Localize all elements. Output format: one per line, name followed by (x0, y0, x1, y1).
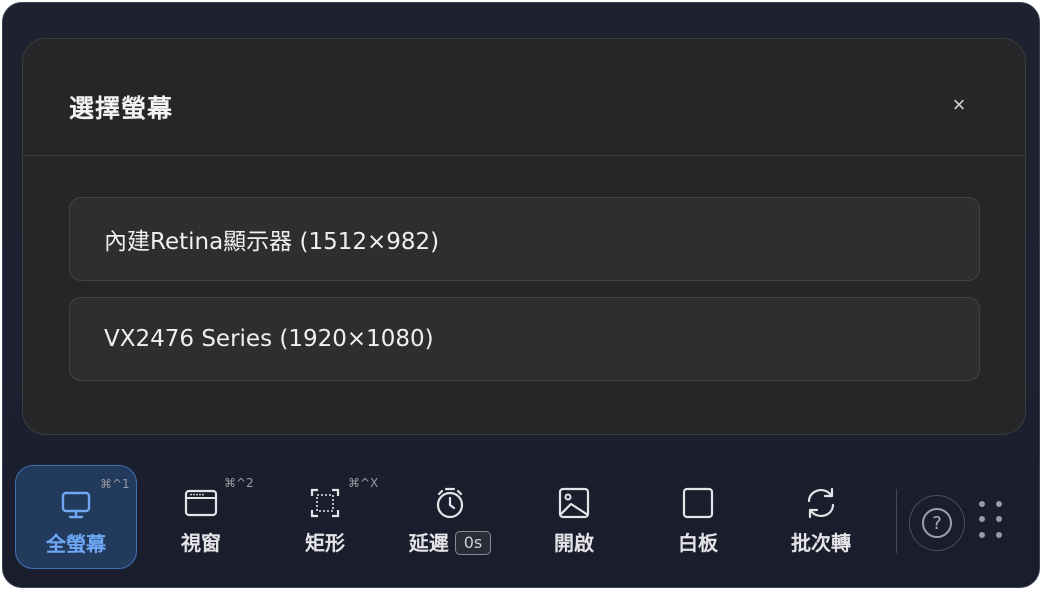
close-button[interactable]: × (945, 91, 973, 119)
tool-label: 延遲 0s (389, 527, 511, 556)
drag-handle-icon[interactable] (979, 501, 1003, 541)
tool-label: 全螢幕 (46, 532, 106, 556)
help-button[interactable]: ? (909, 495, 965, 551)
capture-window: 選擇螢幕 × 內建Retina顯示器 (1512×982) VX2476 Ser… (2, 2, 1040, 588)
crop-rectangle-icon (307, 485, 343, 521)
timer-icon (432, 485, 468, 521)
delay-label: 延遲 (408, 531, 449, 555)
tool-window[interactable]: ⌘^2 視窗 (140, 465, 262, 569)
shortcut-label: ⌘^1 (100, 477, 130, 491)
refresh-icon (803, 485, 839, 521)
toolbar-divider (896, 489, 897, 553)
tool-open[interactable]: 開啟 (513, 465, 635, 569)
tool-label: 批次轉 (791, 531, 851, 555)
shortcut-label: ⌘^X (348, 476, 379, 490)
tool-label: 矩形 (305, 531, 345, 555)
tool-batch-convert[interactable]: 批次轉 (760, 465, 882, 569)
screen-option-builtin[interactable]: 內建Retina顯示器 (1512×982) (69, 197, 980, 281)
delay-value-badge[interactable]: 0s (454, 531, 492, 555)
image-icon (556, 485, 592, 521)
monitor-icon (58, 486, 94, 522)
shortcut-label: ⌘^2 (224, 476, 254, 490)
tool-rectangle[interactable]: ⌘^X 矩形 (264, 465, 386, 569)
select-screen-dialog: 選擇螢幕 × 內建Retina顯示器 (1512×982) VX2476 Ser… (22, 38, 1026, 435)
help-icon: ? (922, 508, 952, 538)
tool-fullscreen[interactable]: ⌘^1 全螢幕 (15, 465, 137, 569)
dialog-header: 選擇螢幕 × (23, 39, 1025, 156)
screen-option-external[interactable]: VX2476 Series (1920×1080) (69, 297, 980, 381)
dialog-title: 選擇螢幕 (69, 94, 174, 123)
tool-label: 開啟 (554, 531, 594, 555)
window-icon (183, 485, 219, 521)
tool-whiteboard[interactable]: 白板 (637, 465, 759, 569)
capture-toolbar: ⌘^1 全螢幕 ⌘^2 視窗 ⌘^X 矩形 延遲 0s 開啟 白板 批次轉 ? (3, 465, 1039, 575)
close-icon: × (952, 92, 966, 117)
tool-delay[interactable]: 延遲 0s (389, 465, 511, 569)
tool-label: 白板 (678, 531, 718, 555)
tool-label: 視窗 (181, 531, 221, 555)
square-icon (680, 485, 716, 521)
